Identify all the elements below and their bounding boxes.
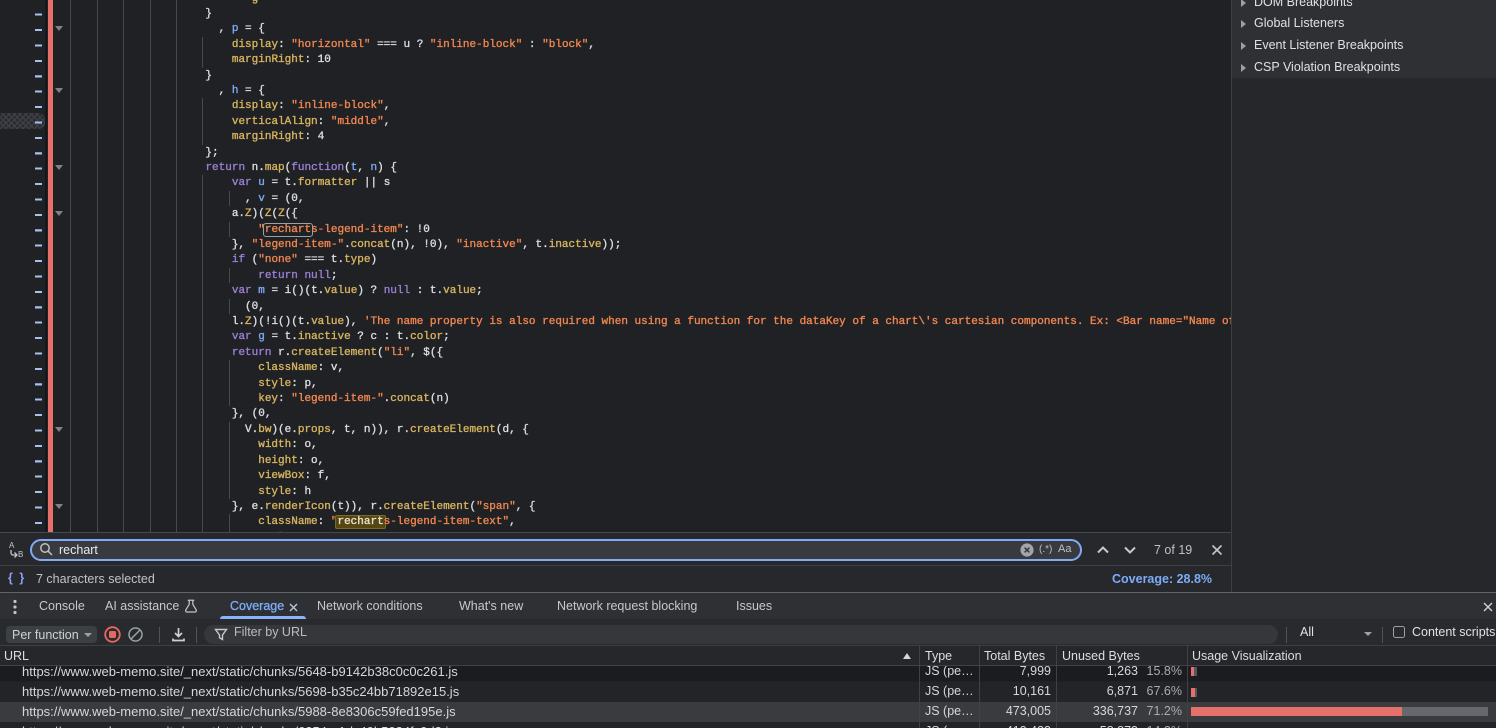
svg-text:A: A [9, 541, 15, 550]
svg-text:B: B [18, 550, 23, 559]
